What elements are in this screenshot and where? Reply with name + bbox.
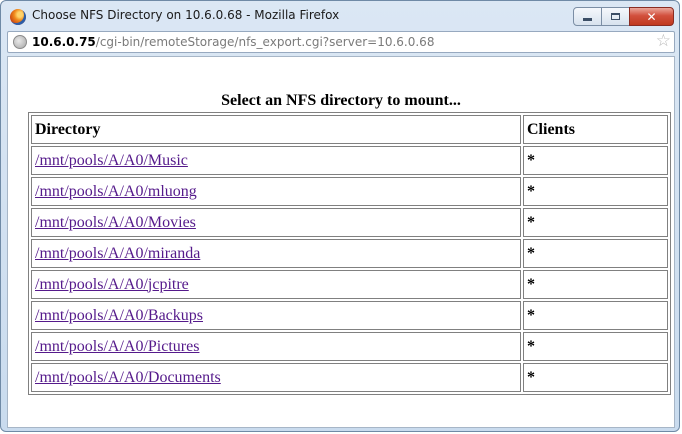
minimize-button[interactable] [573, 7, 602, 26]
table-row: /mnt/pools/A/A0/Movies * [31, 208, 668, 237]
clients-cell: * [523, 146, 668, 175]
nfs-directory-table: Directory Clients /mnt/pools/A/A0/Music *… [28, 112, 671, 395]
url-host: 10.6.0.75 [32, 35, 96, 49]
directory-cell: /mnt/pools/A/A0/Documents [31, 363, 521, 392]
column-header-clients: Clients [523, 115, 668, 144]
table-row: /mnt/pools/A/A0/Music * [31, 146, 668, 175]
star-icon[interactable]: ☆ [656, 31, 671, 51]
directory-link[interactable]: /mnt/pools/A/A0/mluong [35, 183, 197, 200]
directory-cell: /mnt/pools/A/A0/Movies [31, 208, 521, 237]
directory-cell: /mnt/pools/A/A0/Pictures [31, 332, 521, 361]
table-row: /mnt/pools/A/A0/Backups * [31, 301, 668, 330]
window-title: Choose NFS Directory on 10.6.0.68 - Mozi… [32, 8, 340, 22]
close-icon: ✕ [646, 9, 657, 24]
table-body: /mnt/pools/A/A0/Music */mnt/pools/A/A0/ml… [31, 146, 668, 392]
directory-link[interactable]: /mnt/pools/A/A0/Movies [35, 214, 196, 231]
table-row: /mnt/pools/A/A0/Pictures * [31, 332, 668, 361]
table-row: /mnt/pools/A/A0/jcpitre * [31, 270, 668, 299]
url-path: /cgi-bin/remoteStorage/nfs_export.cgi?se… [95, 35, 435, 49]
clients-cell: * [523, 363, 668, 392]
caption-buttons: ✕ [573, 7, 674, 26]
page-content: Select an NFS directory to mount... Dire… [7, 56, 675, 428]
directory-link[interactable]: /mnt/pools/A/A0/Music [35, 152, 188, 169]
clients-cell: * [523, 301, 668, 330]
table-row: /mnt/pools/A/A0/Documents * [31, 363, 668, 392]
directory-cell: /mnt/pools/A/A0/miranda [31, 239, 521, 268]
maximize-button[interactable] [601, 7, 630, 26]
directory-link[interactable]: /mnt/pools/A/A0/jcpitre [35, 276, 189, 293]
maximize-icon [611, 13, 620, 20]
clients-cell: * [523, 270, 668, 299]
table-row: /mnt/pools/A/A0/miranda * [31, 239, 668, 268]
globe-icon [13, 35, 27, 49]
browser-window: Choose NFS Directory on 10.6.0.68 - Mozi… [0, 0, 680, 432]
clients-cell: * [523, 208, 668, 237]
directory-cell: /mnt/pools/A/A0/Backups [31, 301, 521, 330]
title-bar[interactable]: Choose NFS Directory on 10.6.0.68 - Mozi… [1, 1, 679, 31]
close-button[interactable]: ✕ [629, 7, 674, 26]
directory-cell: /mnt/pools/A/A0/jcpitre [31, 270, 521, 299]
directory-link[interactable]: /mnt/pools/A/A0/Backups [35, 307, 203, 324]
directory-cell: /mnt/pools/A/A0/Music [31, 146, 521, 175]
address-bar[interactable]: 10.6.0.75/cgi-bin/remoteStorage/nfs_expo… [7, 31, 675, 53]
page-heading: Select an NFS directory to mount... [221, 92, 461, 109]
directory-link[interactable]: /mnt/pools/A/A0/Pictures [35, 338, 199, 355]
minimize-icon [583, 18, 592, 21]
clients-cell: * [523, 177, 668, 206]
directory-link[interactable]: /mnt/pools/A/A0/Documents [35, 369, 221, 386]
firefox-icon [10, 9, 26, 25]
clients-cell: * [523, 332, 668, 361]
directory-cell: /mnt/pools/A/A0/mluong [31, 177, 521, 206]
clients-cell: * [523, 239, 668, 268]
table-header-row: Directory Clients [31, 115, 668, 144]
table-row: /mnt/pools/A/A0/mluong * [31, 177, 668, 206]
url-text[interactable]: 10.6.0.75/cgi-bin/remoteStorage/nfs_expo… [32, 35, 434, 49]
column-header-directory: Directory [31, 115, 521, 144]
directory-link[interactable]: /mnt/pools/A/A0/miranda [35, 245, 200, 262]
